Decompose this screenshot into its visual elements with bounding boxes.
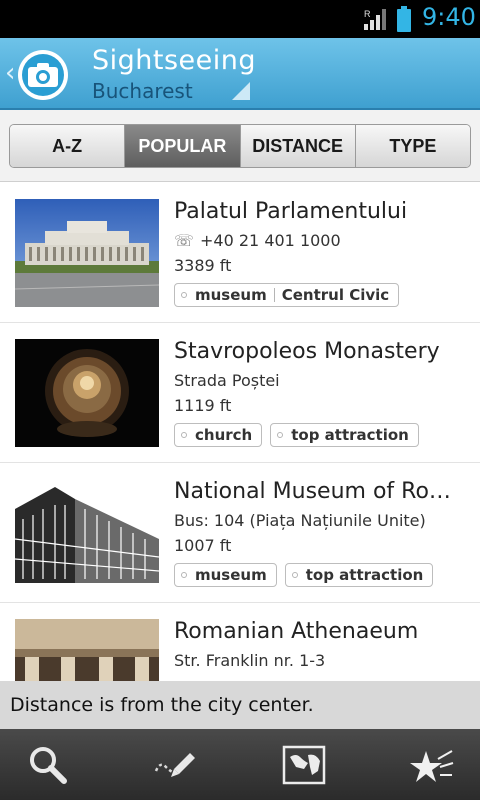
tag-list: museum top attraction xyxy=(174,563,434,587)
tab-a-z[interactable]: A-Z xyxy=(10,125,126,167)
sight-detail: Strada Poștei xyxy=(174,371,280,390)
bottom-toolbar xyxy=(0,729,480,800)
tag-label: top attraction xyxy=(291,426,409,444)
sight-detail: ☏ +40 21 401 1000 xyxy=(174,231,341,250)
parliament-palace-photo xyxy=(15,199,159,307)
favorites-icon[interactable] xyxy=(410,743,454,787)
list-item[interactable]: Palatul Parlamentului ☏ +40 21 401 1000 3… xyxy=(0,183,480,323)
phone-number: +40 21 401 1000 xyxy=(200,231,341,250)
page-title: Sightseeing xyxy=(92,45,257,76)
list-item[interactable]: National Museum of Ro… Bus: 104 (Piața N… xyxy=(0,463,480,603)
sight-list: Palatul Parlamentului ☏ +40 21 401 1000 3… xyxy=(0,183,480,681)
sight-distance: 1119 ft xyxy=(174,396,232,415)
tab-popular[interactable]: POPULAR xyxy=(125,125,241,167)
clock: 9:40 xyxy=(422,3,476,31)
tag-label: museum xyxy=(195,566,267,584)
tag[interactable]: top attraction xyxy=(284,563,434,587)
svg-text:R: R xyxy=(364,9,371,19)
back-icon[interactable]: ‹ xyxy=(5,58,15,88)
tag[interactable]: church xyxy=(174,423,263,447)
tag-list: museum Centrul Civic xyxy=(174,283,400,307)
draw-route-icon[interactable] xyxy=(152,743,196,787)
tag-label: top attraction xyxy=(305,566,424,584)
athenaeum-photo xyxy=(15,619,159,681)
signal-icon: R xyxy=(364,9,386,30)
list-item[interactable]: Stavropoleos Monastery Strada Poștei 111… xyxy=(0,323,480,463)
sight-name: National Museum of Ro… xyxy=(174,479,451,504)
status-bar: R 9:40 xyxy=(0,0,480,38)
museum-sketch xyxy=(15,479,159,587)
tag[interactable]: top attraction xyxy=(270,423,419,447)
sight-detail: Bus: 104 (Piața Națiunile Unite) xyxy=(174,511,426,530)
tab-distance[interactable]: DISTANCE xyxy=(240,125,356,167)
app-icon[interactable] xyxy=(18,50,68,100)
dropdown-icon[interactable] xyxy=(232,82,250,100)
sight-name: Stavropoleos Monastery xyxy=(174,339,440,364)
tag-label: Centrul Civic xyxy=(281,286,390,304)
tag[interactable]: museum xyxy=(174,563,277,587)
sight-detail: Str. Franklin nr. 1-3 xyxy=(174,651,326,670)
sight-name: Romanian Athenaeum xyxy=(174,619,419,644)
map-icon[interactable] xyxy=(282,743,326,787)
battery-icon xyxy=(397,6,411,32)
search-icon[interactable] xyxy=(26,743,70,787)
tab-type[interactable]: TYPE xyxy=(355,125,470,167)
tag-label: church xyxy=(195,426,253,444)
sort-tabs: A-Z POPULAR DISTANCE TYPE xyxy=(9,124,471,168)
monastery-dome-photo xyxy=(15,339,159,447)
tag-list: church top attraction xyxy=(174,423,419,447)
camera-icon xyxy=(28,63,58,87)
tag-label: museum xyxy=(195,286,267,304)
list-item[interactable]: Romanian Athenaeum Str. Franklin nr. 1-3 xyxy=(0,603,480,681)
sight-distance: 3389 ft xyxy=(174,256,232,275)
phone-icon: ☏ xyxy=(174,231,195,250)
tag[interactable]: museum Centrul Civic xyxy=(174,283,400,307)
distance-info: Distance is from the city center. xyxy=(0,681,480,729)
city-selector[interactable]: Bucharest xyxy=(92,79,193,103)
sight-distance: 1007 ft xyxy=(174,536,232,555)
sight-name: Palatul Parlamentului xyxy=(174,199,408,224)
